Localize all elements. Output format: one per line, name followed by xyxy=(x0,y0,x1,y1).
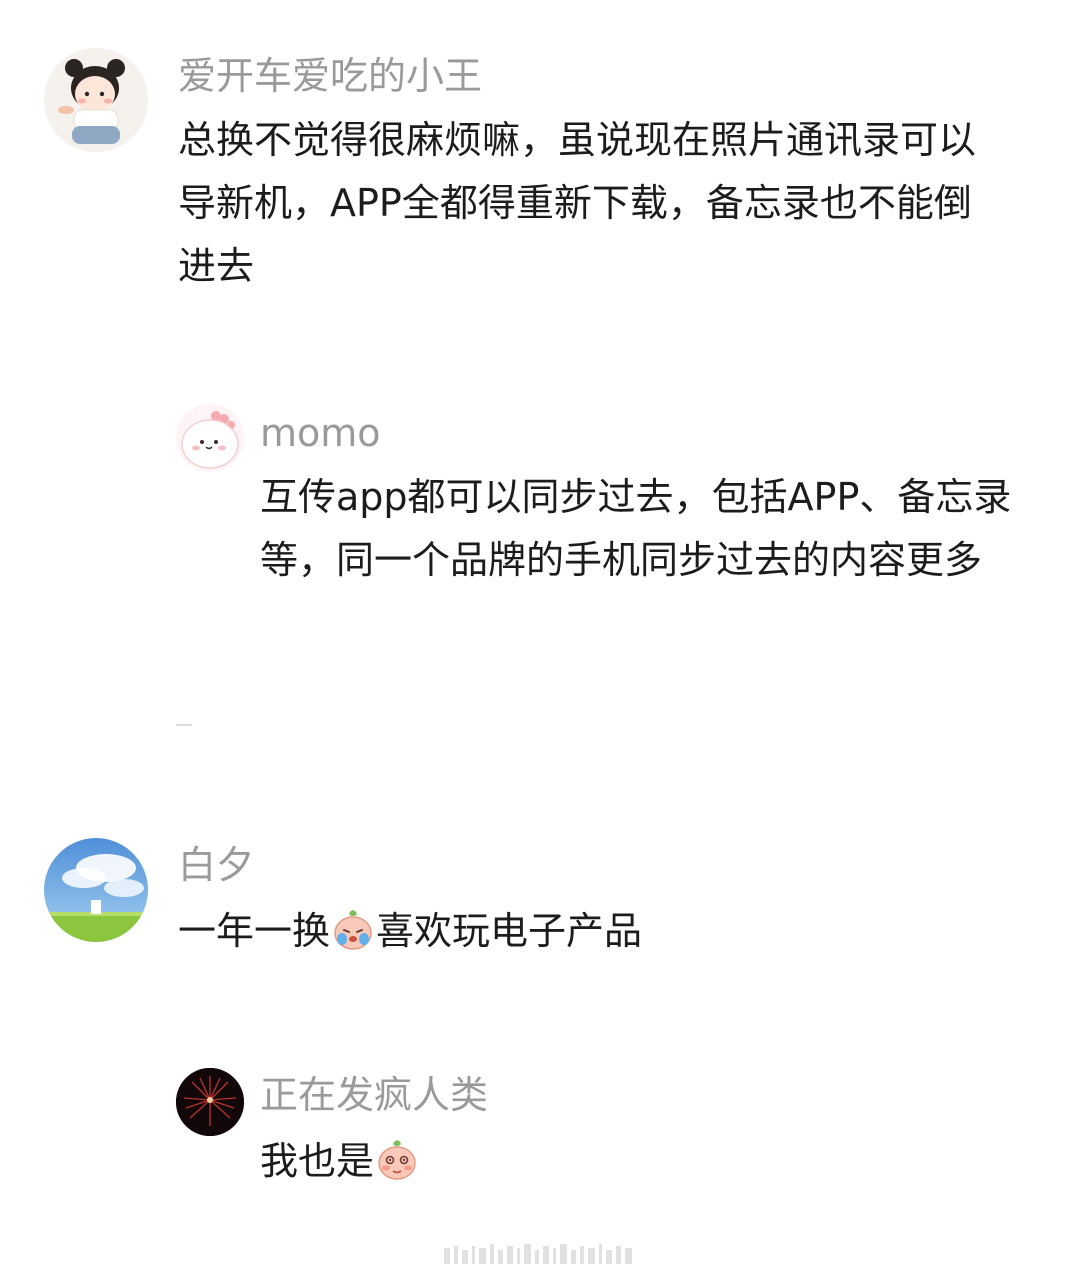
pink-blob-avatar-icon xyxy=(176,404,244,472)
avatar[interactable] xyxy=(44,838,148,942)
comment-line: 导新机，APP全都得重新下载，备忘录也不能倒 xyxy=(178,181,972,225)
reply-text: 我也是 xyxy=(260,1130,420,1193)
cartoon-girl-avatar-icon xyxy=(44,48,148,152)
username[interactable]: momo xyxy=(260,414,381,452)
reply-line: 等，同一个品牌的手机同步过去的内容更多 xyxy=(260,538,983,582)
avatar[interactable] xyxy=(44,48,148,152)
comment-text-before-emoji: 一年一换 xyxy=(178,909,331,953)
sky-field-avatar-icon xyxy=(44,838,148,942)
comment-text: 总换不觉得很麻烦嘛，虽说现在照片通讯录可以 导新机，APP全都得重新下载，备忘录… xyxy=(178,109,976,298)
avatar[interactable] xyxy=(176,404,244,472)
reply-text: 互传app都可以同步过去，包括APP、备忘录 等，同一个品牌的手机同步过去的内容… xyxy=(260,466,1011,592)
reply-text-before-emoji: 我也是 xyxy=(260,1139,375,1183)
reply-line: 互传app都可以同步过去，包括APP、备忘录 xyxy=(260,475,1012,519)
fireworks-avatar-icon xyxy=(176,1068,244,1136)
divider xyxy=(176,724,192,726)
comment-line: 总换不觉得很麻烦嘛，虽说现在照片通讯录可以 xyxy=(178,118,977,162)
comment-text-after-emoji: 喜欢玩电子产品 xyxy=(376,909,643,953)
shy-peach-emoji-icon xyxy=(378,1140,416,1180)
watermark-image xyxy=(444,1244,632,1264)
comment-text: 一年一换 喜欢玩电子产品 xyxy=(178,900,642,963)
username[interactable]: 爱开车爱吃的小王 xyxy=(178,57,482,95)
username[interactable]: 白夕 xyxy=(178,846,254,884)
comment-line: 进去 xyxy=(178,244,255,288)
username[interactable]: 正在发疯人类 xyxy=(260,1076,488,1114)
crying-peach-emoji-icon xyxy=(334,910,372,950)
avatar[interactable] xyxy=(176,1068,244,1136)
